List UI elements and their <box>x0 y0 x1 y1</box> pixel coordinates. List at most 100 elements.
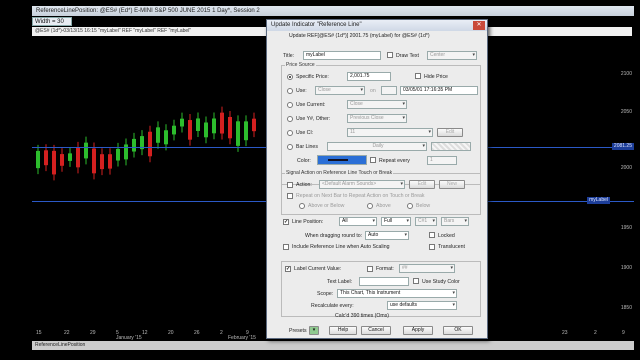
candle-body <box>228 116 232 139</box>
format-select[interactable]: ## <box>399 264 455 273</box>
x-tick: 12 <box>142 330 148 336</box>
use-ya-other-select[interactable]: Previous Close <box>347 114 407 123</box>
use-study-color-checkbox[interactable] <box>413 278 419 284</box>
scope-label: Scope: <box>317 291 334 297</box>
dialog-title: Update Indicator "Reference Line" <box>267 20 487 31</box>
include-autoscale-checkbox[interactable] <box>283 244 289 250</box>
use-select[interactable]: Close <box>315 86 365 95</box>
x-tick: 20 <box>168 330 174 336</box>
draw-text-position-select[interactable]: Center <box>427 51 477 60</box>
action-checkbox[interactable] <box>287 182 293 188</box>
line-position-select[interactable]: All <box>339 217 377 226</box>
candle-body <box>148 131 152 157</box>
width-indicator[interactable]: Width = 30 <box>32 17 72 26</box>
candle-body <box>212 118 216 134</box>
action-edit-button[interactable]: Edit <box>409 180 435 189</box>
bar-lines-select[interactable]: Daily <box>327 142 427 151</box>
dialog-header: Update REF[@ES# (1d*)] 2001.75 (myLabel)… <box>289 33 430 39</box>
draw-text-checkbox[interactable] <box>387 52 393 58</box>
use-radio[interactable] <box>287 88 293 94</box>
translucent-checkbox[interactable] <box>429 244 435 250</box>
candle-body <box>204 122 208 138</box>
candle-body <box>68 153 72 161</box>
use-ya-other-radio[interactable] <box>287 116 293 122</box>
candle-body <box>180 118 184 127</box>
x-tick: 9 <box>622 330 625 336</box>
use-current-select[interactable]: Close <box>347 100 407 109</box>
draw-text-label: Draw Text <box>396 53 419 59</box>
line-type-select[interactable]: Bars <box>441 217 469 226</box>
y-tick: 2050 <box>620 109 632 115</box>
scope-select[interactable]: This Chart, This Instrument <box>337 289 457 298</box>
use-current-radio[interactable] <box>287 102 293 108</box>
ok-button[interactable]: OK <box>443 326 473 335</box>
y-tick: 2100 <box>620 71 632 77</box>
specific-price-input[interactable]: 2,001.75 <box>347 72 391 81</box>
candle-body <box>220 112 224 134</box>
use-datetime-input[interactable]: 03/05/01 17:16:35 PM <box>400 86 478 95</box>
action-new-button[interactable]: New <box>439 180 465 189</box>
repeat-touch-label: Repeat on Next Bar to Repeat Action on T… <box>296 193 425 199</box>
recalculate-label: Recalculate every: <box>311 303 354 309</box>
drag-round-select[interactable]: Auto <box>365 231 409 240</box>
line-position-label: Line Position: <box>292 219 324 225</box>
use-ci-select[interactable]: 11 <box>347 128 433 137</box>
candle-body <box>44 150 48 166</box>
candle-body <box>196 118 200 131</box>
candle-body <box>60 154 64 166</box>
bar-lines-radio[interactable] <box>287 144 293 150</box>
y-tick: 1900 <box>620 265 632 271</box>
line-position-checkbox[interactable]: ✓ <box>283 219 289 225</box>
use-ci-edit-button[interactable]: Edit <box>437 128 463 137</box>
action-select[interactable]: <Default Alarm Sounds> <box>319 180 405 189</box>
candle-body <box>244 121 248 141</box>
above-or-below-label: Above or Below <box>308 203 345 209</box>
format-label: Format: <box>376 266 394 272</box>
above-radio[interactable] <box>367 203 373 209</box>
line-style-select[interactable]: Full <box>381 217 411 226</box>
title-input[interactable]: myLabel <box>303 51 381 60</box>
close-icon[interactable]: ✕ <box>473 21 485 30</box>
calc-note: Calc'd 390 times (Oms) <box>335 313 390 319</box>
text-label-input[interactable] <box>359 277 409 286</box>
presets-label: Presets <box>289 328 307 334</box>
recalculate-select[interactable]: use defaults <box>387 301 457 310</box>
text-label-label: Text Label: <box>327 279 353 285</box>
x-tick: 26 <box>194 330 200 336</box>
label-current-value-checkbox[interactable]: ✓ <box>285 266 291 272</box>
x-tick: 22 <box>64 330 70 336</box>
price-source-group-label: Price Source <box>285 62 316 68</box>
status-bar: ReferenceLinePosition <box>32 341 634 350</box>
use-ci-radio[interactable] <box>287 130 293 136</box>
x-tick: 15 <box>36 330 42 336</box>
line-width-select[interactable]: C#1 <box>415 217 437 226</box>
update-indicator-dialog: Update Indicator "Reference Line" ✕ Upda… <box>266 19 488 339</box>
candle-body <box>92 148 96 174</box>
hide-price-checkbox[interactable] <box>415 73 421 79</box>
bar-lines-swatch[interactable] <box>431 142 471 151</box>
candle-body <box>132 138 136 152</box>
bar-lines-label: Bar Lines <box>296 144 318 150</box>
cancel-button[interactable]: Cancel <box>361 326 391 335</box>
specific-price-radio[interactable] <box>287 74 293 80</box>
locked-checkbox[interactable] <box>429 232 435 238</box>
candle-body <box>76 147 80 168</box>
repeat-every-input[interactable]: 1 <box>427 156 457 165</box>
apply-button[interactable]: Apply <box>403 326 433 335</box>
locked-label: Locked <box>438 233 455 239</box>
x-tick: 23 <box>562 330 568 336</box>
candle-body <box>36 150 40 169</box>
color-picker[interactable] <box>317 155 367 165</box>
candle-body <box>52 150 56 175</box>
candle-body <box>84 142 88 159</box>
repeat-touch-checkbox[interactable] <box>287 193 293 199</box>
help-button[interactable]: Help <box>329 326 357 335</box>
presets-dropdown-icon[interactable]: ▾ <box>309 326 319 335</box>
repeat-every-checkbox[interactable] <box>370 157 376 163</box>
candle-body <box>156 127 160 143</box>
above-or-below-radio[interactable] <box>299 203 305 209</box>
drag-round-label: When dragging round to: <box>305 233 363 239</box>
calendar-icon[interactable] <box>381 86 397 95</box>
below-radio[interactable] <box>407 203 413 209</box>
format-checkbox[interactable] <box>367 266 373 272</box>
